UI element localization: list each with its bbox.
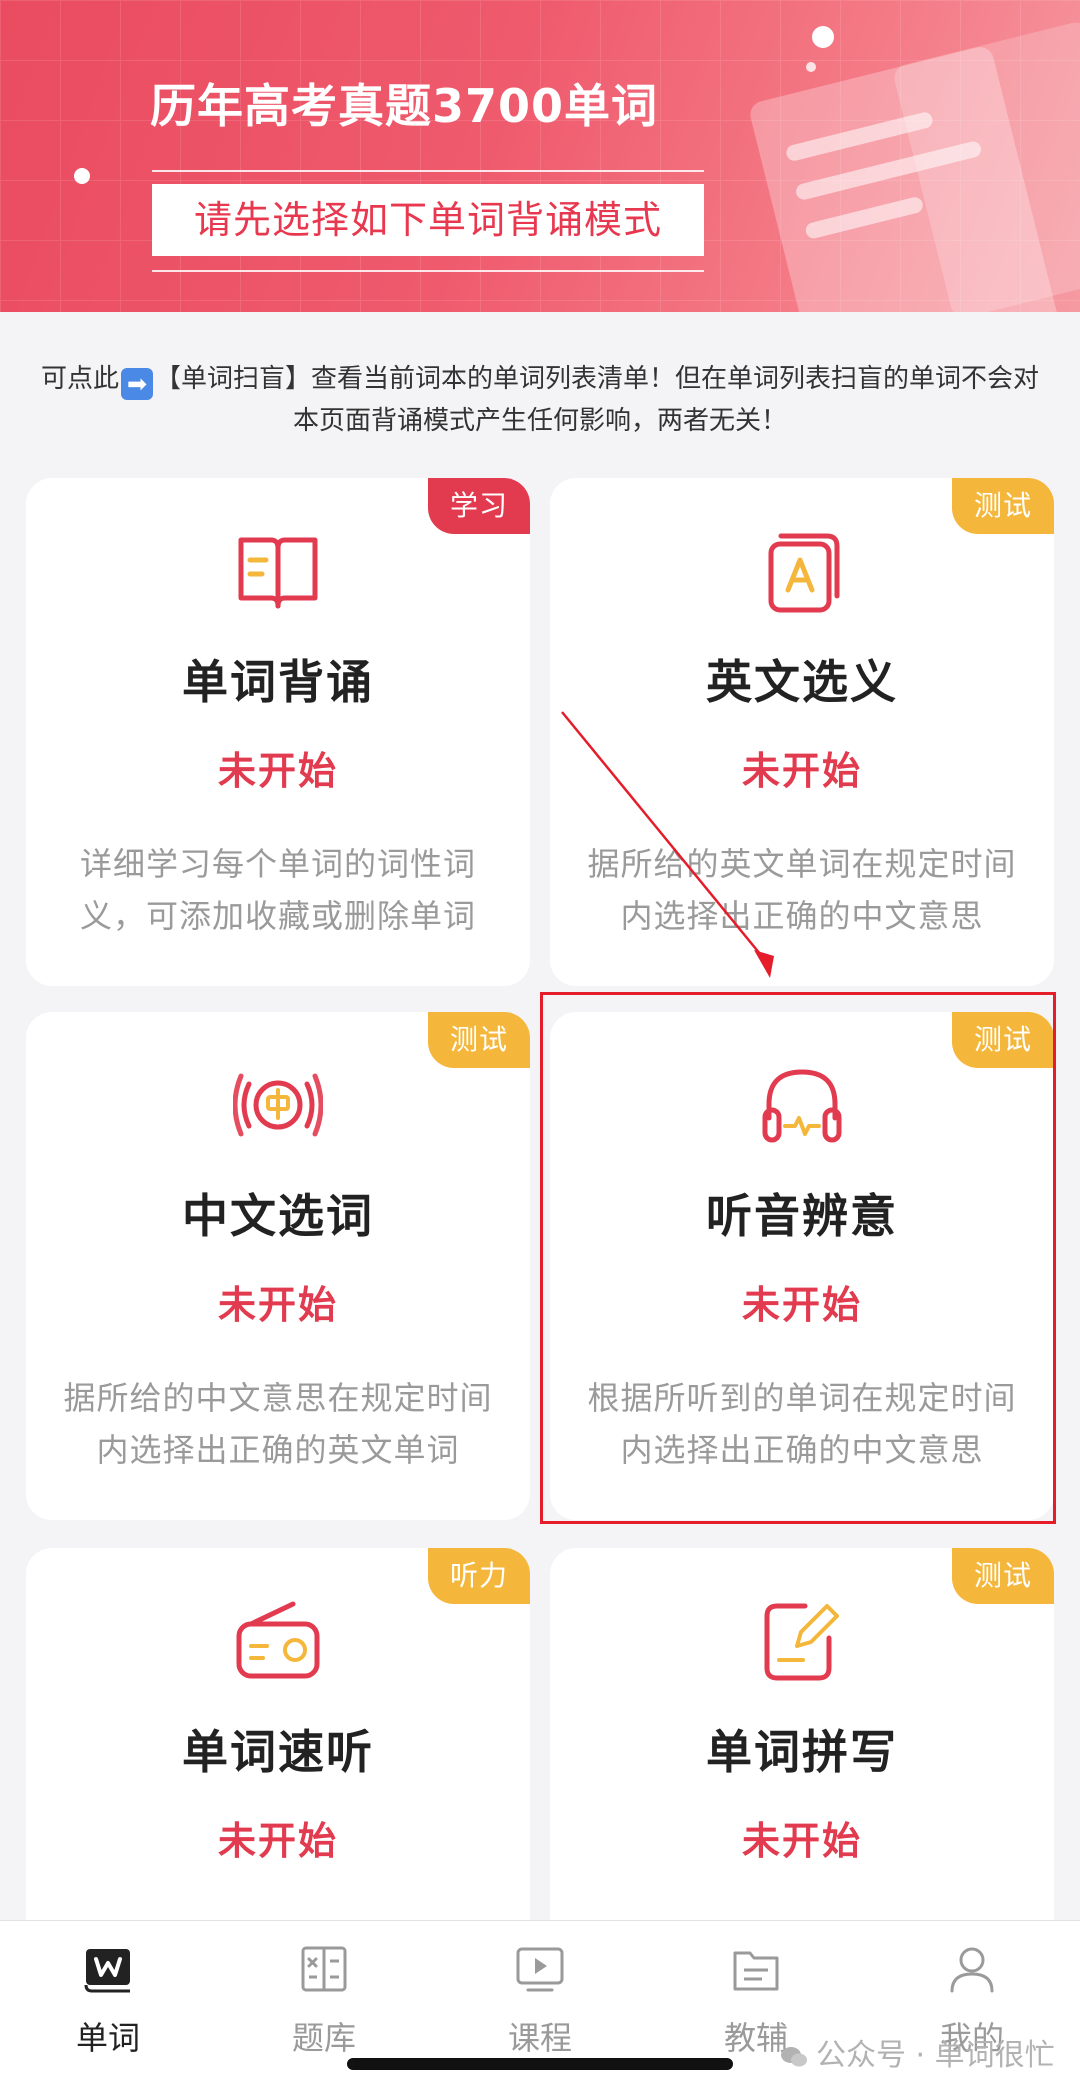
edit-note-icon bbox=[764, 1603, 839, 1681]
word-list-notice[interactable]: 可点此 ➡ 【单词扫盲】查看当前词本的单词列表清单！但在单词列表扫盲的单词不会对本页… bbox=[30, 358, 1050, 442]
banner-divider bbox=[152, 170, 704, 172]
mode-card-word-recite[interactable]: 学习 单词背诵 未开始 详细学习每个单词的词性词义，可添加收藏或删除单词 bbox=[26, 478, 530, 986]
mode-status: 未开始 bbox=[217, 1819, 338, 1863]
mode-tag: 测试 bbox=[427, 1012, 530, 1068]
wechat-icon bbox=[781, 2047, 807, 2067]
mode-status: 未开始 bbox=[741, 1819, 862, 1863]
mode-status: 未开始 bbox=[217, 749, 338, 793]
word-book-icon bbox=[84, 1949, 130, 1993]
banner: 历年高考真题3700单词 请先选择如下单词背诵模式 bbox=[0, 0, 1080, 312]
mode-title: 英文选义 bbox=[706, 655, 898, 709]
nav-item-words[interactable]: 单词 bbox=[0, 1921, 216, 2093]
highlight-box bbox=[540, 992, 1056, 1524]
letter-cards-icon bbox=[768, 533, 840, 613]
mode-title: 单词背诵 bbox=[182, 655, 374, 709]
folder-icon bbox=[733, 1951, 779, 1991]
mode-title: 单词拼写 bbox=[706, 1725, 898, 1779]
mode-description: 据所给的中文意思在规定时间内选择出正确的英文单词 bbox=[63, 1379, 493, 1469]
mode-tag: 听力 bbox=[427, 1548, 530, 1604]
watermark-text: 公众号 · 单词很忙 bbox=[816, 2038, 1055, 2073]
nav-label: 单词 bbox=[75, 2019, 140, 2057]
question-bank-icon bbox=[301, 1946, 347, 1992]
mode-tag: 测试 bbox=[951, 478, 1054, 534]
mode-status: 未开始 bbox=[217, 1283, 338, 1327]
mode-tag: 学习 bbox=[427, 478, 530, 534]
watermark: 公众号 · 单词很忙 bbox=[780, 2030, 1055, 2074]
user-icon bbox=[950, 1947, 994, 1993]
notice-text: 【单词扫盲】查看当前词本的单词列表清单！但在单词列表扫盲的单词不会对本页面背诵模… bbox=[155, 364, 1040, 436]
notice-prefix: 可点此 bbox=[40, 364, 119, 394]
mode-tag: 测试 bbox=[951, 1548, 1054, 1604]
mode-description: 据所给的英文单词在规定时间内选择出正确的中文意思 bbox=[587, 845, 1017, 935]
chinese-sound-icon bbox=[233, 1073, 323, 1137]
mode-card-english-choose-meaning[interactable]: 测试 英文选义 未开始 据所给的英文单词在规定时间内选择出正确的中文意思 bbox=[550, 478, 1054, 986]
banner-dot bbox=[806, 62, 816, 72]
banner-dot bbox=[812, 26, 834, 48]
banner-subtitle: 请先选择如下单词背诵模式 bbox=[152, 184, 704, 256]
mode-card-chinese-choose-word[interactable]: 测试 中文选词 未开始 据所给的中文意思在规定时间内选择出正确的英文单词 bbox=[26, 1012, 530, 1520]
banner-title: 历年高考真题3700单词 bbox=[150, 79, 659, 133]
mode-description: 详细学习每个单词的词性词义，可添加收藏或删除单词 bbox=[79, 845, 476, 935]
banner-dot bbox=[74, 168, 90, 184]
mode-title: 中文选词 bbox=[182, 1189, 374, 1243]
mode-status: 未开始 bbox=[741, 749, 862, 793]
mode-title: 单词速听 bbox=[182, 1725, 374, 1779]
book-icon bbox=[238, 537, 318, 609]
nav-label: 题库 bbox=[291, 2019, 356, 2057]
video-course-icon bbox=[516, 1947, 564, 1992]
banner-divider bbox=[152, 270, 704, 272]
home-indicator[interactable] bbox=[347, 2058, 733, 2070]
right-arrow-emoji-icon: ➡ bbox=[121, 368, 153, 400]
radio-icon bbox=[236, 1601, 320, 1679]
nav-label: 课程 bbox=[507, 2019, 572, 2057]
